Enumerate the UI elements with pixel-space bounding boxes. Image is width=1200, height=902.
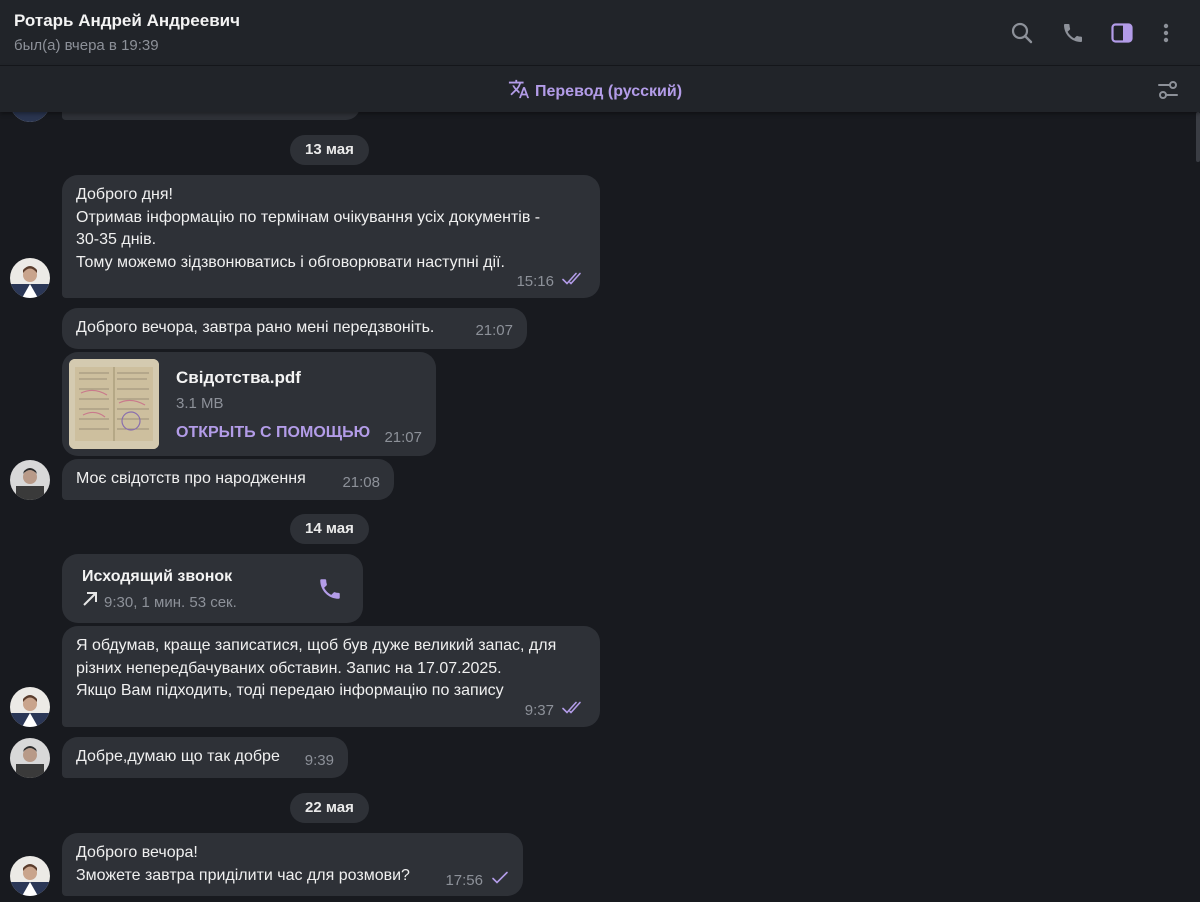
double-check-icon [562, 271, 586, 294]
message-bubble[interactable]: Доброго вечора, завтра рано мені передзв… [62, 308, 527, 349]
message-text: Доброго дня! Отримав інформацію по термі… [76, 186, 541, 271]
call-info: 9:30, 1 мин. 53 сек. [82, 591, 237, 615]
message-time: 21:08 [342, 473, 380, 491]
avatar[interactable] [10, 112, 50, 122]
file-size: 3.1 MB [176, 395, 224, 412]
message-meta: 21:07 [384, 427, 422, 450]
message-bubble[interactable]: Добре,думаю що так добре 9:39 [62, 737, 348, 778]
message-time: 9:39 [304, 751, 334, 769]
message-time: 21:07 [475, 321, 513, 339]
avatar[interactable] [10, 856, 50, 896]
message-time: 17:56 [445, 871, 483, 889]
message-meta: 15:16 [516, 271, 586, 294]
message-time: 9:37 [524, 701, 554, 719]
phone-icon[interactable] [1060, 20, 1086, 46]
avatar[interactable] [10, 738, 50, 778]
chat-title[interactable]: Ротарь Андрей Андреевич [14, 11, 240, 31]
sliders-icon[interactable] [1156, 78, 1180, 107]
message-meta: 21:07 [475, 320, 513, 343]
more-vertical-icon[interactable] [1153, 20, 1179, 46]
translate-button[interactable]: Перевод (русский) [508, 78, 682, 105]
open-with-button[interactable]: ОТКРЫТЬ С ПОМОЩЬЮ [176, 422, 370, 445]
message-list: 13 мая Доброго дня! Отримав інформацію п… [0, 112, 1196, 902]
pdf-thumbnail[interactable] [69, 359, 159, 449]
search-icon[interactable] [1009, 20, 1035, 46]
translate-bar: Перевод (русский) [0, 66, 1200, 112]
file-message[interactable]: Свідотства.pdf 3.1 MB ОТКРЫТЬ С ПОМОЩЬЮ … [62, 352, 436, 456]
chat-header: Ротарь Андрей Андреевич был(а) вчера в 1… [0, 0, 1200, 66]
message-time: 15:16 [516, 272, 554, 290]
file-name: Свідотства.pdf [176, 368, 301, 387]
message-bubble[interactable]: Моє свідотств про народження 21:08 [62, 459, 394, 500]
message-bubble[interactable]: Доброго вечора! Зможете завтра приділити… [62, 833, 523, 896]
message-meta: 17:56 [445, 870, 509, 893]
translate-label: Перевод (русский) [535, 82, 683, 100]
single-check-icon [491, 870, 509, 893]
message-time: 21:07 [384, 428, 422, 446]
message-meta: 21:08 [342, 472, 380, 495]
message-meta: 9:37 [525, 700, 586, 723]
call-message[interactable]: Исходящий звонок 9:30, 1 мин. 53 сек. [62, 554, 363, 623]
outgoing-arrow-icon [82, 591, 98, 615]
date-separator: 22 мая [290, 793, 369, 823]
avatar[interactable] [10, 258, 50, 298]
message-meta: 9:39 [305, 750, 334, 773]
last-seen-status: был(а) вчера в 19:39 [14, 37, 159, 54]
scrollbar-thumb[interactable] [1196, 112, 1200, 162]
message-text: Доброго вечора, завтра рано мені передзв… [76, 319, 435, 336]
message-bubble-partial [62, 112, 360, 120]
avatar[interactable] [10, 687, 50, 727]
call-back-phone-icon[interactable] [317, 576, 343, 610]
translate-icon [508, 78, 530, 105]
avatar[interactable] [10, 460, 50, 500]
call-title: Исходящий звонок [82, 568, 233, 585]
date-separator: 14 мая [290, 514, 369, 544]
call-details: 9:30, 1 мин. 53 сек. [104, 593, 237, 611]
double-check-icon [562, 700, 586, 723]
message-bubble[interactable]: Доброго дня! Отримав інформацію по термі… [62, 175, 600, 298]
message-text: Я обдумав, краще записатися, щоб був дуж… [76, 637, 557, 699]
date-separator: 13 мая [290, 135, 369, 165]
message-bubble[interactable]: Я обдумав, краще записатися, щоб був дуж… [62, 626, 600, 727]
sidebar-toggle-icon[interactable] [1109, 20, 1135, 46]
